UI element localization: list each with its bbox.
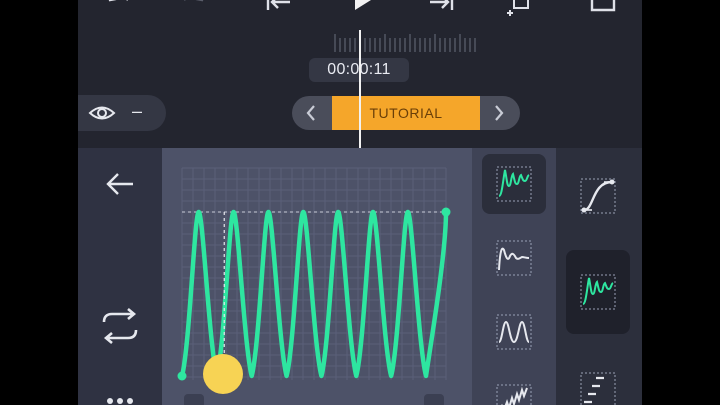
clip-trim-left[interactable] (292, 96, 332, 130)
steps-icon (580, 372, 616, 405)
eye-icon[interactable] (88, 104, 116, 122)
chevron-left-icon (306, 105, 316, 121)
easing-bounce[interactable] (566, 250, 630, 334)
undo-icon[interactable] (104, 0, 134, 14)
bounce-curve-icon (580, 274, 616, 310)
damped-wave-icon (496, 240, 532, 276)
left-tool-column (78, 148, 162, 405)
preset-damped-wave[interactable] (482, 228, 546, 288)
start-keyframe[interactable] (177, 371, 187, 381)
ease-in-out-icon (580, 178, 616, 214)
curve-presets (472, 148, 556, 405)
curve-graph[interactable] (162, 148, 472, 405)
loop-icon[interactable] (98, 308, 142, 344)
timeline-ruler[interactable] (334, 32, 476, 54)
play-icon[interactable] (352, 0, 374, 14)
fullscreen-icon[interactable] (588, 0, 618, 16)
end-keyframe[interactable] (441, 207, 451, 217)
add-keyframe-icon[interactable] (506, 0, 536, 18)
animation-panel (78, 148, 642, 405)
easing-steps[interactable] (566, 356, 630, 405)
preset-noise[interactable] (482, 376, 546, 405)
chevron-right-icon (494, 105, 504, 121)
more-icon[interactable] (106, 396, 136, 405)
clip-trim-right[interactable] (480, 96, 520, 130)
timeline-clip[interactable]: TUTORIAL (332, 96, 480, 130)
redo-icon[interactable] (178, 0, 208, 14)
forward-to-end-icon[interactable] (426, 0, 456, 14)
arrow-left-icon[interactable] (105, 172, 135, 196)
preset-sine[interactable] (482, 302, 546, 362)
sine-wave-icon (496, 314, 532, 350)
visibility-control[interactable]: – (78, 95, 166, 131)
back-to-start-icon[interactable] (264, 0, 294, 14)
opacity-dash: – (132, 101, 143, 121)
easing-column (556, 148, 642, 405)
easing-ease-in-out[interactable] (566, 160, 630, 232)
bounce-curve-icon (496, 166, 532, 202)
preset-bounce[interactable] (482, 154, 546, 214)
noise-curve-icon (496, 384, 532, 405)
playhead[interactable] (359, 30, 361, 148)
left-handle-button[interactable] (184, 394, 204, 405)
preview-ball (203, 354, 243, 394)
right-handle-button[interactable] (424, 394, 444, 405)
app-window: 00:00:11 – TUTORIAL (78, 0, 642, 405)
